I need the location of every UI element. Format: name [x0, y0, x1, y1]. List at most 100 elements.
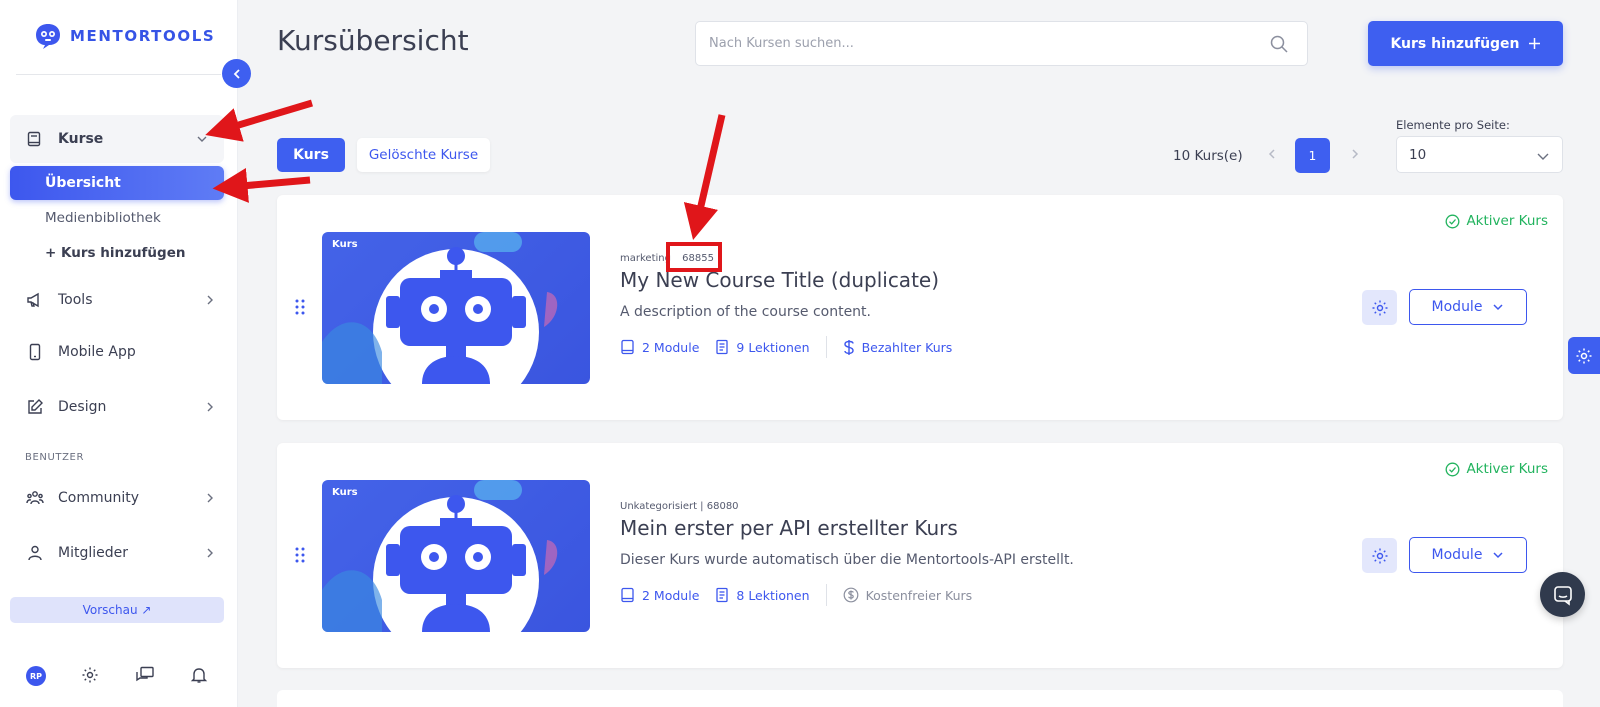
pricing-label: Kostenfreier Kurs — [865, 587, 973, 603]
course-settings-button[interactable] — [1362, 290, 1397, 325]
sidebar-item-design[interactable]: Design — [26, 392, 216, 422]
modules-dropdown-button[interactable]: Module — [1409, 537, 1527, 573]
chevron-right-icon — [207, 493, 213, 503]
course-category: marketing — [620, 253, 671, 264]
stat-divider — [825, 584, 827, 606]
tab-deleted-courses[interactable]: Gelöschte Kurse — [357, 138, 490, 172]
tab-kurs[interactable]: Kurs — [277, 138, 345, 172]
smartphone-icon — [29, 343, 41, 361]
brand-name: MENTORTOOLS — [70, 27, 216, 45]
robot-logo-icon — [36, 24, 60, 49]
messages-icon[interactable] — [135, 666, 155, 684]
course-stats: 2 Module 8 Lektionen Kostenfreier Kurs — [620, 584, 988, 606]
page-title: Kursübersicht — [277, 24, 469, 57]
search-box — [695, 21, 1308, 66]
sidebar-subitem-add-course[interactable]: + Kurs hinzufügen — [45, 245, 185, 261]
robot-illustration — [322, 480, 558, 632]
stat-divider — [825, 336, 827, 358]
edit-icon — [28, 399, 43, 414]
course-meta: Unkategorisiert | 68080 — [620, 501, 739, 512]
course-card[interactable]: Aktiver Kurs Kurs Unkategorisiert | 6808… — [277, 443, 1563, 668]
megaphone-icon — [27, 292, 39, 308]
add-course-label: Kurs hinzufügen — [1390, 35, 1520, 52]
collapse-sidebar-button[interactable] — [222, 59, 251, 88]
pagination-prev-icon[interactable] — [1265, 146, 1279, 162]
chevron-down-icon — [1493, 304, 1503, 311]
sidebar-item-kurse[interactable]: Kurse — [10, 115, 224, 163]
chevron-left-icon — [233, 68, 240, 79]
chevron-down-icon — [1537, 153, 1549, 160]
document-icon — [716, 339, 729, 355]
sidebar-divider — [16, 74, 221, 75]
sidebar-item-mitglieder[interactable]: Mitglieder — [26, 538, 216, 568]
preview-button[interactable]: Vorschau ↗ — [10, 597, 224, 623]
modules-dropdown-button[interactable]: Module — [1409, 289, 1527, 325]
lessons-count: 8 Lektionen — [736, 587, 810, 603]
course-stats: 2 Module 9 Lektionen Bezahlter Kurs — [620, 336, 968, 358]
course-thumbnail[interactable]: Kurs — [322, 232, 590, 384]
sidebar-item-mobile-app[interactable]: Mobile App — [26, 337, 216, 367]
lessons-stat[interactable]: 9 Lektionen — [715, 339, 810, 355]
chevron-down-icon — [197, 136, 207, 142]
search-icon[interactable] — [1269, 34, 1289, 54]
pagination-next-icon[interactable] — [1348, 146, 1362, 162]
bell-icon[interactable] — [190, 666, 208, 684]
chat-icon — [1553, 585, 1572, 606]
course-thumbnail[interactable]: Kurs — [322, 480, 590, 632]
thumbnail-tag: Kurs — [332, 239, 358, 250]
drag-handle-icon[interactable] — [295, 547, 305, 563]
brand-logo[interactable]: MENTORTOOLS — [34, 22, 215, 50]
avatar[interactable]: RP — [26, 666, 46, 686]
modules-count: 2 Module — [642, 339, 700, 355]
per-page-label: Elemente pro Seite: — [1396, 118, 1510, 132]
pricing-stat: Kostenfreier Kurs — [843, 587, 973, 603]
status-text: Aktiver Kurs — [1466, 461, 1548, 477]
document-icon — [716, 587, 729, 603]
pagination-page[interactable]: 1 — [1295, 138, 1330, 173]
sidebar-item-tools[interactable]: Tools — [26, 285, 216, 315]
chevron-right-icon — [207, 295, 213, 305]
chevron-right-icon — [207, 548, 213, 558]
status-text: Aktiver Kurs — [1466, 213, 1548, 229]
sidebar-bottom-bar: RP — [0, 660, 238, 690]
chevron-right-icon — [207, 402, 213, 412]
gear-icon — [1372, 300, 1387, 315]
arrow-to-uebersicht — [212, 168, 311, 203]
chat-launcher-button[interactable] — [1540, 572, 1585, 617]
modules-button-label: Module — [1431, 547, 1483, 563]
dollar-circle-icon — [843, 587, 858, 603]
course-count: 10 Kurs(e) — [1173, 148, 1243, 164]
sidebar-item-community[interactable]: Community — [26, 483, 216, 513]
course-settings-button[interactable] — [1362, 538, 1397, 573]
course-title[interactable]: Mein erster per API erstellter Kurs — [620, 516, 958, 540]
course-card[interactable]: Aktiver Kurs Kurs marketing 68855 My New… — [277, 195, 1563, 420]
sidebar-item-label: Mobile App — [58, 344, 136, 360]
sidebar-item-label: Tools — [58, 292, 93, 308]
book-icon — [27, 131, 41, 147]
course-card[interactable] — [277, 690, 1563, 707]
users-icon — [26, 491, 44, 505]
sidebar: MENTORTOOLS Kurse Übersicht Medienbiblio… — [0, 0, 238, 707]
per-page-select[interactable]: 10 — [1396, 136, 1563, 173]
modules-button-label: Module — [1431, 299, 1483, 315]
sidebar-subitem-medienbibliothek[interactable]: Medienbibliothek — [45, 210, 161, 226]
gear-icon[interactable] — [81, 666, 99, 684]
lessons-stat[interactable]: 8 Lektionen — [715, 587, 810, 603]
section-label-benutzer: BENUTZER — [25, 452, 85, 463]
highlight-box — [666, 242, 722, 272]
gear-icon — [1372, 548, 1387, 563]
check-circle-icon — [1445, 462, 1460, 476]
sidebar-subitem-uebersicht[interactable]: Übersicht — [10, 166, 224, 200]
status-badge: Aktiver Kurs — [1445, 461, 1548, 477]
modules-stat[interactable]: 2 Module — [620, 339, 699, 355]
modules-stat[interactable]: 2 Module — [620, 587, 699, 603]
search-input[interactable] — [696, 22, 1256, 65]
sidebar-item-label: Mitglieder — [58, 545, 128, 561]
lessons-count: 9 Lektionen — [736, 339, 810, 355]
per-page-value: 10 — [1409, 146, 1427, 163]
drag-handle-icon[interactable] — [295, 299, 305, 315]
course-description: A description of the course content. — [620, 304, 871, 320]
add-course-button[interactable]: Kurs hinzufügen — [1368, 21, 1563, 66]
floating-settings-button[interactable] — [1568, 337, 1600, 374]
book-icon — [621, 339, 634, 355]
